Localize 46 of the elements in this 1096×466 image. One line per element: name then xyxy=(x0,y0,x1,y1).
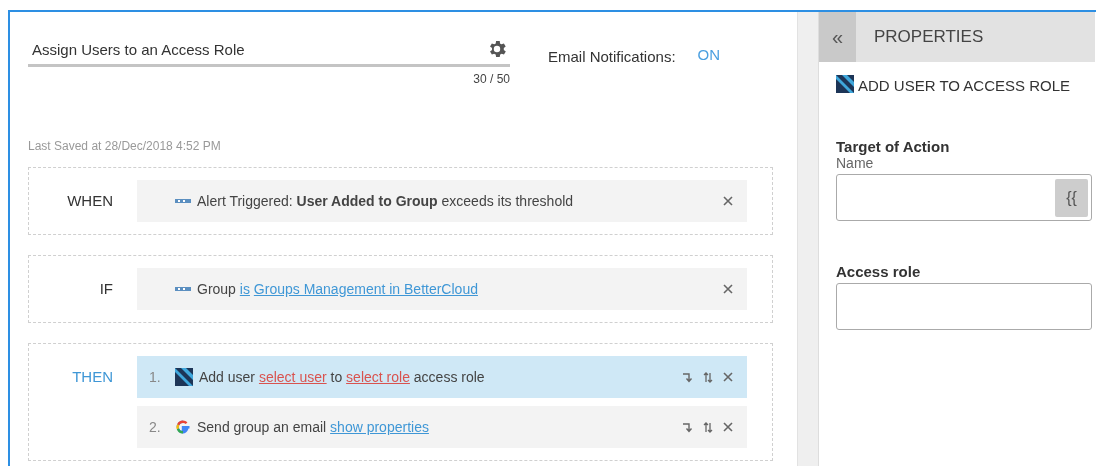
field-heading: Access role xyxy=(836,263,922,280)
email-notifications-label: Email Notifications: xyxy=(548,48,676,65)
reorder-icon[interactable] xyxy=(703,421,713,433)
close-icon[interactable] xyxy=(723,196,733,206)
value-link[interactable]: Groups Management in BetterCloud xyxy=(253,281,478,297)
stripes-icon xyxy=(175,368,193,386)
move-down-icon[interactable] xyxy=(682,371,693,383)
close-icon[interactable] xyxy=(723,284,733,294)
close-icon[interactable] xyxy=(723,422,733,432)
condition-text: Add user select user to select role access role xyxy=(199,369,486,385)
value-link[interactable]: show properties xyxy=(330,419,429,435)
condition-text: Group is Groups Management in BetterCloud xyxy=(197,281,479,297)
placeholder-link[interactable]: select user xyxy=(258,369,327,385)
insert-variable-button[interactable]: {{ xyxy=(1055,178,1088,217)
field-heading: Target of Action xyxy=(836,138,951,155)
app-icon xyxy=(175,198,191,204)
step-number: 1. xyxy=(149,369,162,385)
reorder-icon[interactable] xyxy=(703,371,713,383)
email-notifications-toggle[interactable]: ON xyxy=(697,46,721,63)
action-title: ADD USER TO ACCESS ROLE xyxy=(858,77,1070,94)
value-link[interactable]: is xyxy=(239,281,250,297)
character-count: 30 / 50 xyxy=(473,72,510,86)
condition-row[interactable]: 2. Send group an email show properties xyxy=(137,406,747,448)
stripes-icon xyxy=(836,75,854,93)
placeholder-link[interactable]: select role xyxy=(346,369,410,385)
title-field[interactable]: Assign Users to an Access Role xyxy=(28,34,510,67)
app-icon xyxy=(175,286,191,292)
field-label: Name xyxy=(836,155,875,171)
condition-text: Alert Triggered: User Added to Group exceeds its threshold xyxy=(197,193,575,209)
collapse-button[interactable]: « xyxy=(819,12,856,62)
last-saved-text: Last Saved at 28/Dec/2018 4:52 PM xyxy=(28,139,222,153)
panel-title: PROPERTIES xyxy=(874,27,984,47)
condition-row[interactable]: 1. Add user select user to select role access role xyxy=(137,356,747,398)
move-down-icon[interactable] xyxy=(682,421,693,433)
step-number: 2. xyxy=(149,419,162,435)
google-g-icon xyxy=(175,419,191,435)
section-label: WHEN xyxy=(66,191,114,211)
section-label: IF xyxy=(98,279,114,299)
condition-row[interactable]: Group is Groups Management in BetterCloud xyxy=(137,268,747,310)
input-field[interactable] xyxy=(836,283,1092,330)
condition-row[interactable]: Alert Triggered: User Added to Group exceeds its threshold xyxy=(137,180,747,222)
input-field[interactable]: {{ xyxy=(836,174,1092,221)
condition-text: Send group an email show properties xyxy=(197,419,430,435)
section-label: THEN xyxy=(71,367,114,387)
close-icon[interactable] xyxy=(723,372,733,382)
scrollbar[interactable] xyxy=(797,12,819,466)
